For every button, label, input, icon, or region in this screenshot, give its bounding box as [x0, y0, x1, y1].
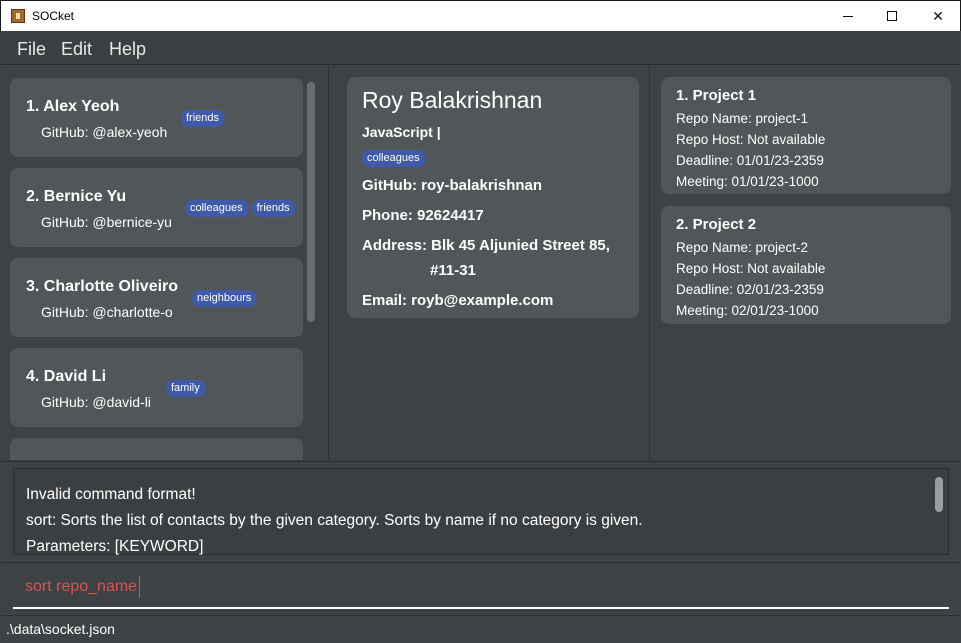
close-button[interactable]: ✕	[915, 1, 961, 31]
project-repo-host: Repo Host: Not available	[676, 132, 826, 147]
result-line: Invalid command format!	[26, 486, 196, 503]
detail-tag-list: colleagues	[362, 148, 429, 167]
person-github: GitHub: @alex-yeoh	[41, 124, 168, 140]
person-list-pane: 1. Alex Yeoh GitHub: @alex-yeoh friends …	[1, 66, 329, 460]
tag-badge: family	[166, 380, 205, 397]
result-scrollbar[interactable]	[935, 477, 943, 512]
project-repo-name: Repo Name: project-2	[676, 240, 809, 255]
project-meeting: Meeting: 01/01/23-1000	[676, 174, 819, 189]
project-title: 2. Project 2	[676, 216, 757, 233]
detail-address-line2: #11-31	[430, 262, 476, 279]
text-caret	[139, 576, 140, 598]
project-card[interactable]: 1. Project 1 Repo Name: project-1 Repo H…	[661, 77, 951, 194]
window-title: SOCket	[32, 9, 75, 23]
person-card[interactable]: 3. Charlotte Oliveiro GitHub: @charlotte…	[10, 258, 303, 337]
project-card[interactable]: 2. Project 2 Repo Name: project-2 Repo H…	[661, 206, 951, 324]
detail-address: Address: Blk 45 Aljunied Street 85,	[362, 237, 610, 254]
person-card[interactable]: 4. David Li GitHub: @david-li family	[10, 348, 303, 427]
result-line: Parameters: [KEYWORD]	[26, 538, 204, 555]
person-list-scrollbar[interactable]	[307, 82, 315, 322]
person-name: 3. Charlotte Oliveiro	[26, 278, 179, 295]
project-deadline: Deadline: 02/01/23-2359	[676, 282, 824, 297]
person-detail-card: Roy Balakrishnan JavaScript | colleagues…	[347, 77, 639, 318]
person-github: GitHub: @david-li	[41, 394, 151, 410]
command-box-area	[1, 562, 960, 614]
person-card[interactable]: 2. Bernice Yu GitHub: @bernice-yu collea…	[10, 168, 303, 247]
tag-list: colleagues friends	[185, 198, 299, 217]
tag-badge: colleagues	[185, 200, 248, 217]
minimize-button[interactable]	[825, 1, 871, 31]
result-line: sort: Sorts the list of contacts by the …	[26, 512, 643, 529]
result-display-area: Invalid command format! sort: Sorts the …	[1, 461, 960, 561]
person-name: 2. Bernice Yu	[26, 188, 127, 205]
result-display[interactable]: Invalid command format! sort: Sorts the …	[13, 468, 949, 555]
status-bar: .\data\socket.json	[1, 615, 960, 643]
detail-name: Roy Balakrishnan	[362, 87, 543, 113]
project-repo-host: Repo Host: Not available	[676, 261, 826, 276]
person-name: 4. David Li	[26, 368, 107, 385]
tag-badge: friends	[181, 110, 225, 127]
project-list-pane: 1. Project 1 Repo Name: project-1 Repo H…	[651, 66, 960, 460]
person-github: GitHub: @charlotte-o	[41, 304, 173, 320]
detail-phone: Phone: 92624417	[362, 207, 484, 224]
person-detail-pane: Roy Balakrishnan JavaScript | colleagues…	[330, 66, 650, 460]
detail-email: Email: royb@example.com	[362, 292, 554, 309]
maximize-icon	[887, 11, 897, 21]
person-name: 1. Alex Yeoh	[26, 98, 120, 115]
tag-badge: friends	[251, 200, 295, 217]
minimize-icon	[843, 15, 853, 17]
person-card[interactable]: 1. Alex Yeoh GitHub: @alex-yeoh friends	[10, 78, 303, 157]
tag-list: neighbours	[192, 288, 260, 307]
menu-bar: File Edit Help	[1, 31, 960, 65]
maximize-button[interactable]	[869, 1, 915, 31]
tag-badge: colleagues	[362, 150, 425, 167]
menu-help[interactable]: Help	[109, 39, 146, 60]
menu-file[interactable]: File	[17, 39, 46, 60]
detail-github: GitHub: roy-balakrishnan	[362, 177, 543, 194]
title-bar: SOCket ✕	[0, 0, 961, 31]
project-title: 1. Project 1	[676, 87, 757, 104]
close-icon: ✕	[932, 7, 944, 24]
command-input[interactable]	[13, 567, 949, 609]
detail-language: JavaScript |	[362, 124, 441, 140]
tag-list: family	[166, 378, 209, 397]
tag-list: friends	[181, 108, 228, 127]
person-github: GitHub: @bernice-yu	[41, 214, 172, 230]
app-icon	[11, 9, 25, 23]
menu-edit[interactable]: Edit	[61, 39, 92, 60]
save-file-path: .\data\socket.json	[6, 621, 115, 637]
project-deadline: Deadline: 01/01/23-2359	[676, 153, 824, 168]
person-card-partial[interactable]	[10, 438, 303, 460]
project-repo-name: Repo Name: project-1	[676, 111, 809, 126]
tag-badge: neighbours	[192, 290, 257, 307]
project-meeting: Meeting: 02/01/23-1000	[676, 303, 819, 318]
